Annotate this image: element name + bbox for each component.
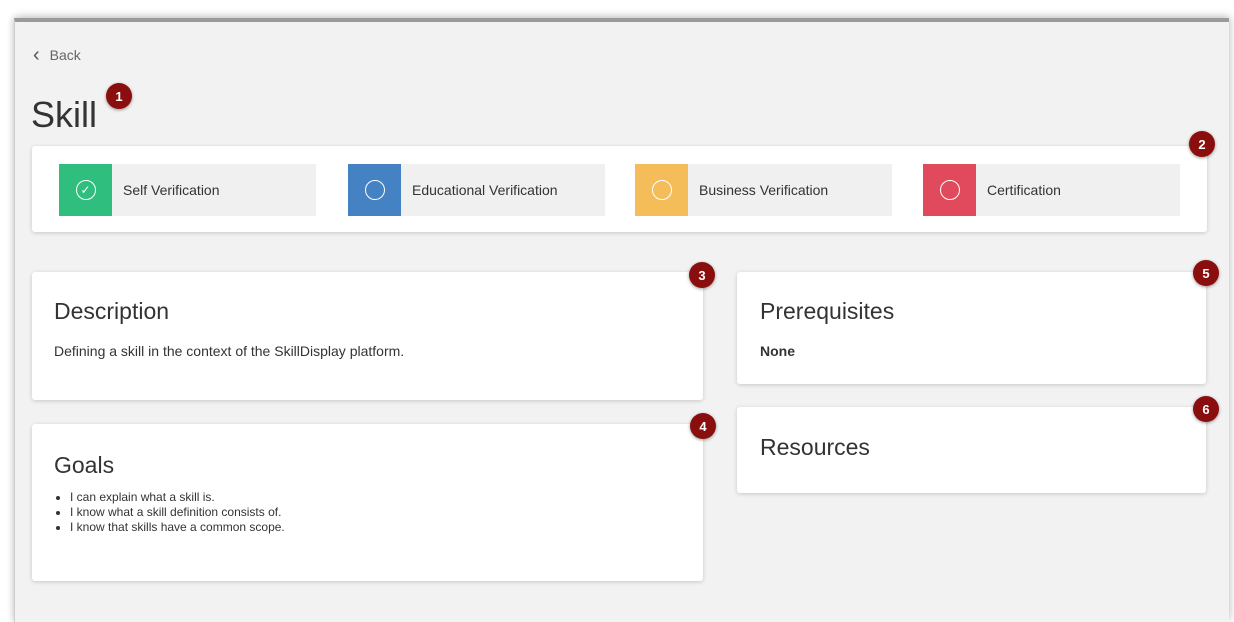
annotation-badge-4: 4 [690, 413, 716, 439]
check-circle-icon: ✓ [59, 164, 112, 216]
circle-icon [348, 164, 401, 216]
circle-icon [923, 164, 976, 216]
prerequisites-heading: Prerequisites [760, 298, 895, 324]
verification-self[interactable]: ✓ Self Verification [59, 164, 316, 216]
annotation-badge-3: 3 [689, 262, 715, 288]
annotation-badge-5: 5 [1193, 260, 1219, 286]
verification-certification[interactable]: Certification [923, 164, 1180, 216]
goals-list: I can explain what a skill is. I know wh… [54, 490, 285, 535]
verification-business[interactable]: Business Verification [635, 164, 892, 216]
goals-card: Goals I can explain what a skill is. I k… [32, 424, 703, 581]
description-card: Description Defining a skill in the cont… [32, 272, 703, 400]
prerequisites-value: None [760, 343, 795, 359]
verification-label: Self Verification [123, 182, 220, 198]
prerequisites-card: Prerequisites None [737, 272, 1206, 384]
back-label: Back [49, 47, 81, 63]
resources-heading: Resources [760, 434, 870, 460]
list-item: I can explain what a skill is. [70, 490, 285, 505]
verification-label: Business Verification [699, 182, 829, 198]
annotation-badge-1: 1 [106, 83, 132, 109]
description-text: Defining a skill in the context of the S… [54, 343, 405, 359]
chevron-left-icon: ‹ [33, 44, 40, 66]
goals-heading: Goals [54, 452, 115, 478]
back-link[interactable]: ‹ Back [33, 45, 81, 65]
description-heading: Description [54, 298, 170, 324]
verification-educational[interactable]: Educational Verification [348, 164, 605, 216]
verification-label: Certification [987, 182, 1061, 198]
verification-panel: ✓ Self Verification Educational Verifica… [32, 146, 1207, 232]
circle-icon [635, 164, 688, 216]
list-item: I know that skills have a common scope. [70, 520, 285, 535]
list-item: I know what a skill definition consists … [70, 505, 285, 520]
verification-label: Educational Verification [412, 182, 558, 198]
resources-card: Resources [737, 407, 1206, 493]
page-title: Skill [31, 94, 98, 135]
annotation-badge-2: 2 [1189, 131, 1215, 157]
annotation-badge-6: 6 [1193, 396, 1219, 422]
